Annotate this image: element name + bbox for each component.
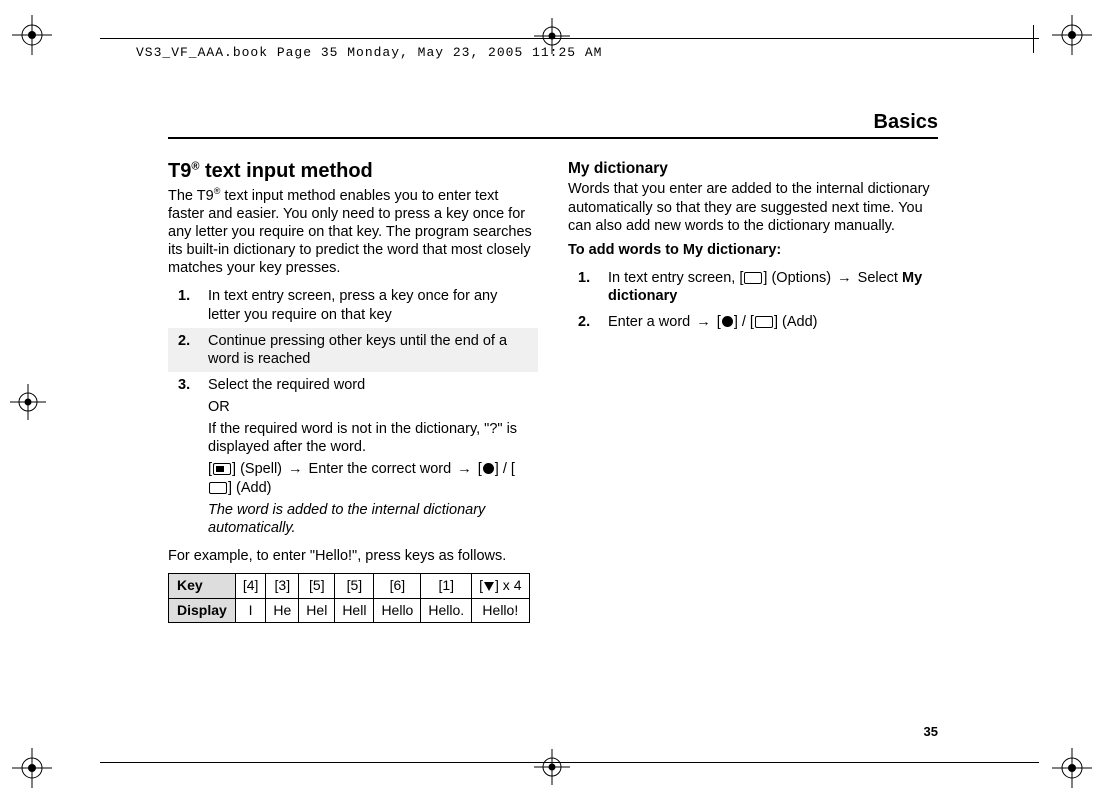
list-item: 3. Select the required word OR If the re… [168, 372, 538, 541]
list-item: 2. Continue pressing other keys until th… [168, 328, 538, 372]
row-label: Display [169, 598, 236, 623]
list-item: 2. Enter a word → [] / [] (Add) [568, 309, 938, 335]
file-header: VS3_VF_AAA.book Page 35 Monday, May 23, … [136, 45, 602, 61]
section-title: Basics [168, 110, 938, 139]
my-dictionary-heading: My dictionary [568, 159, 938, 178]
arrow-right-icon: → [696, 313, 711, 331]
page-number: 35 [924, 724, 938, 740]
my-dictionary-intro: Words that you enter are added to the in… [568, 180, 938, 234]
dictionary-steps: 1. In text entry screen, [] (Options) → … [568, 265, 938, 335]
last-key-cell: [] x 4 [472, 574, 529, 599]
add-words-subhead: To add words to My dictionary: [568, 241, 938, 259]
header-rule [100, 38, 1039, 39]
t9-heading-prefix: T9 [168, 160, 191, 182]
crop-mark-br [1052, 748, 1092, 788]
dictionary-note: The word is added to the internal dictio… [208, 501, 532, 537]
t9-intro: The T9® text input method enables you to… [168, 186, 538, 277]
or-label: OR [208, 398, 532, 416]
reg-mark-left [10, 384, 46, 420]
center-key-icon [722, 316, 733, 327]
after-or-text: If the required word is not in the dicti… [208, 420, 532, 456]
table-row: Key [4] [3] [5] [5] [6] [1] [] x 4 [169, 574, 530, 599]
center-key-icon [483, 463, 494, 474]
softkey-icon [209, 482, 227, 494]
down-key-icon [484, 582, 494, 591]
arrow-right-icon: → [837, 269, 852, 287]
t9-steps: 1. In text entry screen, press a key onc… [168, 283, 538, 541]
arrow-right-icon: → [457, 460, 472, 478]
example-table: Key [4] [3] [5] [5] [6] [1] [] x 4 Displ… [168, 573, 530, 623]
softkey-icon [755, 316, 773, 328]
crop-mark-tr [1052, 15, 1092, 55]
reg-mark-bottom [534, 749, 570, 785]
crop-mark-bl [12, 748, 52, 788]
footer-rule [100, 762, 1039, 763]
crop-mark-tl [12, 15, 52, 55]
left-column: T9® text input method The T9® text input… [168, 159, 538, 623]
softkey-icon [213, 463, 231, 475]
softkey-icon [744, 272, 762, 284]
table-row: Display I He Hel Hell Hello Hello. Hello… [169, 598, 530, 623]
list-item: 1. In text entry screen, [] (Options) → … [568, 265, 938, 309]
spell-line: [] (Spell) → Enter the correct word → []… [208, 460, 532, 496]
right-column: My dictionary Words that you enter are a… [568, 159, 938, 623]
example-intro: For example, to enter "Hello!", press ke… [168, 547, 538, 565]
arrow-right-icon: → [288, 460, 303, 478]
t9-heading-suffix: text input method [199, 160, 372, 182]
t9-heading: T9® text input method [168, 159, 538, 184]
page-content: Basics T9® text input method The T9® tex… [168, 110, 938, 740]
row-label: Key [169, 574, 236, 599]
list-item: 1. In text entry screen, press a key onc… [168, 283, 538, 327]
